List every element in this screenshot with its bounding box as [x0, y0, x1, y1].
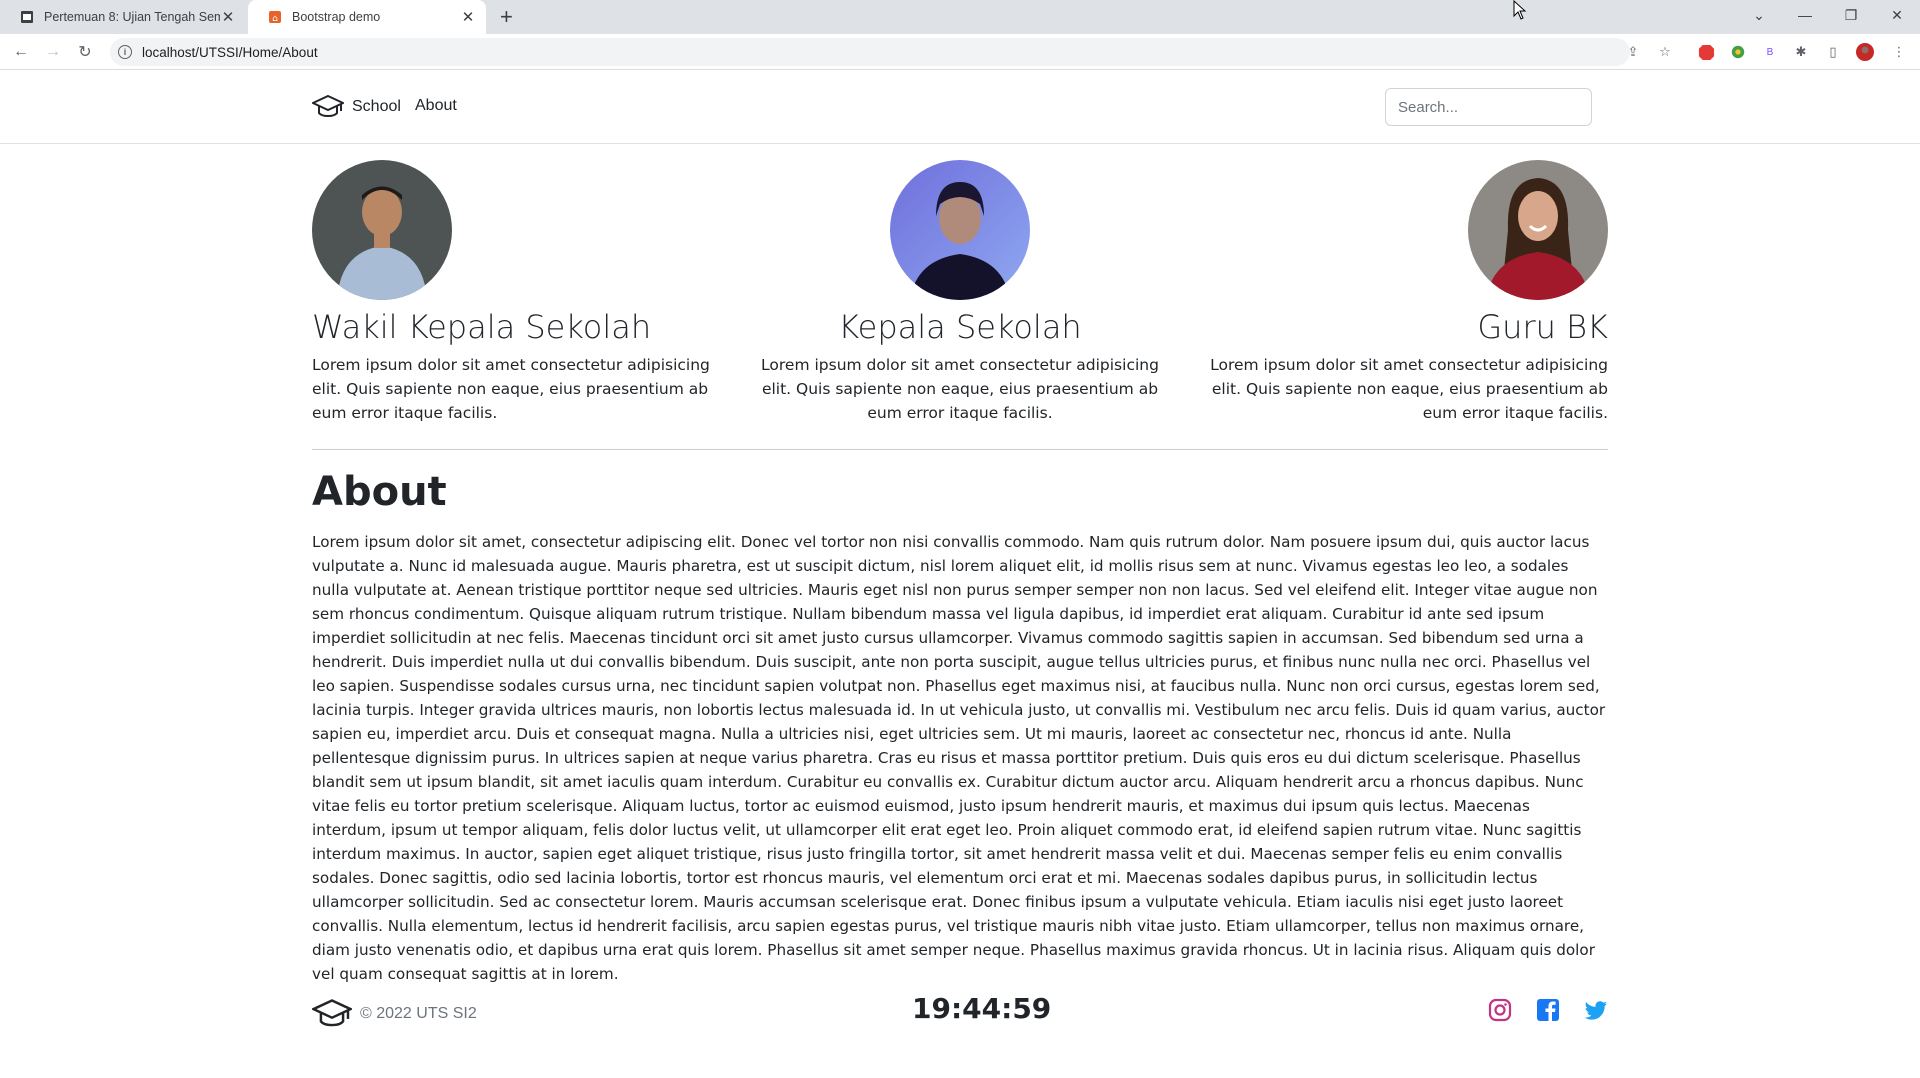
extension-globe-icon[interactable] — [1729, 43, 1747, 61]
staff-description: Lorem ipsum dolor sit amet consectetur a… — [761, 356, 1159, 423]
section-divider — [312, 449, 1608, 450]
bookmark-star-icon[interactable]: ☆ — [1656, 43, 1674, 61]
about-body: Lorem ipsum dolor sit amet, consectetur … — [312, 533, 1606, 983]
tab-title: Pertemuan 8: Ujian Tengah Seme — [44, 10, 220, 24]
twitter-icon[interactable] — [1584, 998, 1608, 1022]
staff-role: Guru BK — [1477, 308, 1608, 346]
close-tab-icon[interactable]: ✕ — [220, 8, 236, 26]
back-arrow-icon[interactable]: ← — [9, 40, 33, 64]
forward-arrow-icon[interactable]: → — [41, 40, 65, 64]
about-section: About Lorem ipsum dolor sit amet, consec… — [312, 468, 1608, 986]
tab-title: Bootstrap demo — [292, 10, 381, 24]
extension-b-icon[interactable]: B — [1761, 43, 1779, 61]
about-heading: About — [312, 469, 447, 515]
graduation-cap-icon[interactable] — [312, 998, 352, 1030]
site-navbar: School About — [0, 70, 1920, 144]
address-bar[interactable]: i localhost/UTSSI/Home/About — [110, 38, 1630, 66]
browser-tabstrip: Pertemuan 8: Ujian Tengah Seme ✕ ⌂ Boots… — [0, 0, 1920, 34]
staff-section: Wakil Kepala Sekolah Lorem ipsum dolor s… — [312, 160, 1608, 422]
brand-link[interactable]: School — [312, 94, 401, 120]
document-icon — [21, 11, 33, 23]
staff-photo — [890, 160, 1030, 300]
search-input[interactable] — [1385, 88, 1592, 126]
site-footer: © 2022 UTS SI2 19:44:59 — [312, 982, 1608, 1042]
copyright-text: © 2022 UTS SI2 — [360, 1005, 477, 1022]
facebook-icon[interactable] — [1536, 998, 1560, 1022]
browser-tab-2[interactable]: ⌂ Bootstrap demo ✕ — [248, 0, 486, 34]
staff-card: Guru BK Lorem ipsum dolor sit amet conse… — [1188, 160, 1608, 425]
profile-avatar[interactable] — [1856, 43, 1874, 61]
site-info-icon[interactable]: i — [118, 45, 132, 59]
graduation-cap-icon — [312, 94, 344, 117]
share-icon[interactable]: ⇪ — [1624, 43, 1642, 61]
browser-toolbar: ← → ↻ i localhost/UTSSI/Home/About ⇪ ☆ B… — [0, 34, 1920, 70]
staff-card: Wakil Kepala Sekolah Lorem ipsum dolor s… — [312, 160, 732, 425]
extensions-puzzle-icon[interactable]: ✱ — [1792, 43, 1810, 61]
staff-description: Lorem ipsum dolor sit amet consectetur a… — [1210, 356, 1608, 423]
url-text: localhost/UTSSI/Home/About — [142, 44, 318, 60]
footer-brand: © 2022 UTS SI2 — [312, 998, 477, 1030]
mouse-cursor-icon — [1513, 0, 1527, 20]
staff-photo — [1468, 160, 1608, 300]
social-links — [1488, 998, 1608, 1022]
menu-kebab-icon[interactable]: ⋮ — [1890, 43, 1908, 61]
html-file-icon: ⌂ — [269, 11, 281, 24]
new-tab-button[interactable]: + — [500, 4, 513, 30]
staff-role: Wakil Kepala Sekolah — [312, 308, 652, 346]
browser-tab-1[interactable]: Pertemuan 8: Ujian Tengah Seme ✕ — [0, 0, 246, 34]
clock-display: 19:44:59 — [912, 992, 1052, 1025]
adblock-extension-icon[interactable] — [1697, 43, 1715, 61]
svg-text:⌂: ⌂ — [272, 14, 278, 24]
restore-icon[interactable]: ❐ — [1828, 0, 1874, 30]
reload-icon[interactable]: ↻ — [73, 40, 97, 64]
staff-photo — [312, 160, 452, 300]
instagram-icon[interactable] — [1488, 998, 1512, 1022]
staff-card: Kepala Sekolah Lorem ipsum dolor sit ame… — [750, 160, 1170, 425]
minimize-icon[interactable]: — — [1782, 0, 1828, 30]
nav-about-link[interactable]: About — [415, 97, 457, 115]
tab-search-icon[interactable]: ⌄ — [1736, 0, 1782, 30]
staff-description: Lorem ipsum dolor sit amet consectetur a… — [312, 356, 710, 423]
staff-role: Kepala Sekolah — [838, 308, 1082, 346]
page-content: School About Wakil Kepala Sekolah Lorem … — [0, 70, 1920, 1027]
close-window-icon[interactable]: ✕ — [1874, 0, 1920, 30]
side-panel-icon[interactable]: ▯ — [1824, 43, 1842, 61]
close-tab-icon[interactable]: ✕ — [460, 8, 476, 26]
brand-text: School — [352, 98, 401, 115]
